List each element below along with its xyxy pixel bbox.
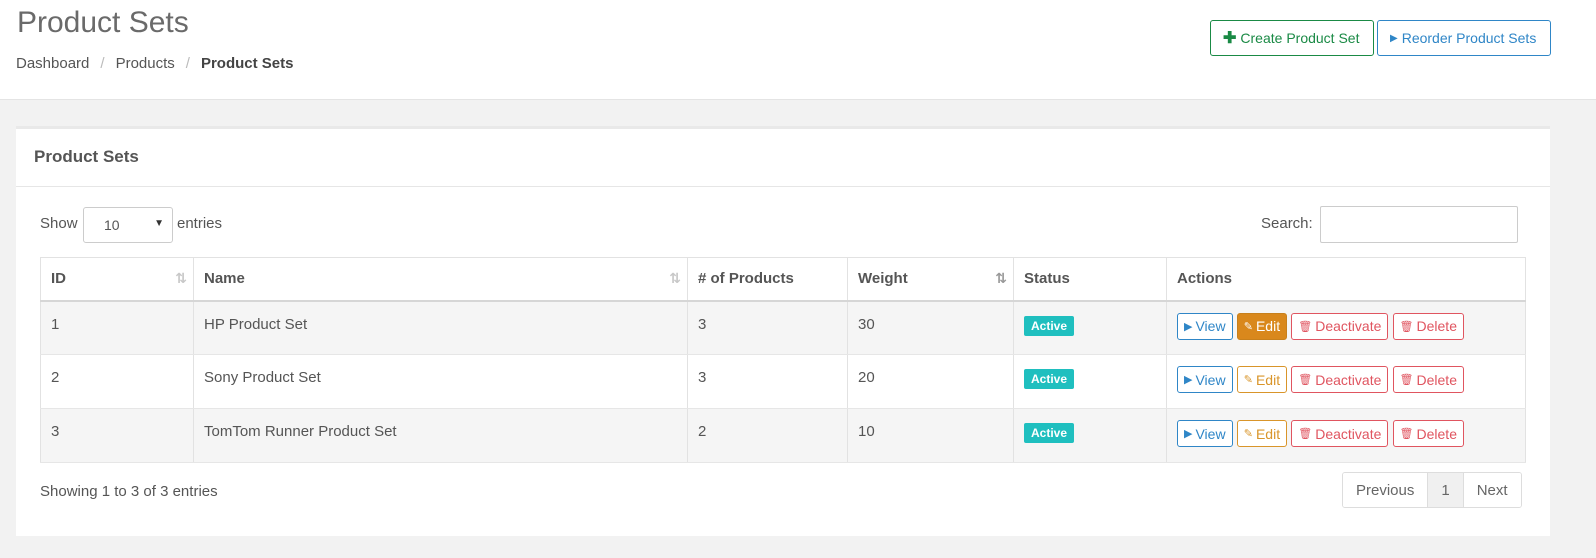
table-row: 2 Sony Product Set 3 20 Active ▶ View ✎ Ed… bbox=[40, 354, 1526, 409]
breadcrumb-separator: / bbox=[185, 55, 190, 72]
sort-icon: ⇅ bbox=[175, 270, 187, 286]
table-header-row: ID ⇅ Name ⇅ # of Products Weight ⇅ Status A… bbox=[40, 257, 1526, 302]
delete-button[interactable]: 🗑 Delete bbox=[1392, 366, 1464, 393]
caret-right-icon: ▶ bbox=[1184, 374, 1193, 386]
next-page-button[interactable]: Next bbox=[1463, 473, 1521, 507]
page-header: Product Sets Dashboard / Products / Prod… bbox=[0, 0, 1596, 100]
pagination: Previous 1 Next bbox=[1342, 472, 1522, 508]
cell-weight: 30 bbox=[847, 300, 1014, 355]
show-label: Show bbox=[40, 215, 78, 232]
panel-title: Product Sets bbox=[34, 147, 139, 166]
column-header-weight[interactable]: Weight ⇅ bbox=[847, 257, 1014, 302]
edit-button[interactable]: ✎ Edit bbox=[1236, 366, 1288, 393]
cell-id: 1 bbox=[40, 300, 194, 355]
product-sets-panel: Product Sets Show 10 ▼ entries Search: I… bbox=[16, 126, 1550, 536]
table-row: 3 TomTom Runner Product Set 2 10 Active … bbox=[40, 408, 1526, 463]
column-header-actions: Actions bbox=[1166, 257, 1526, 302]
view-button[interactable]: ▶ View bbox=[1177, 312, 1233, 340]
deactivate-button[interactable]: 🗑 Deactivate bbox=[1291, 420, 1389, 447]
reorder-product-sets-button[interactable]: ▶ Reorder Product Sets bbox=[1377, 20, 1551, 56]
sort-icon: ⇅ bbox=[669, 270, 681, 286]
cell-status: Active bbox=[1013, 354, 1167, 409]
search-label: Search: bbox=[1261, 215, 1313, 232]
status-badge: Active bbox=[1024, 369, 1075, 389]
breadcrumb-products[interactable]: Products bbox=[116, 55, 175, 72]
page-title: Product Sets bbox=[17, 6, 189, 39]
edit-icon: ✎ bbox=[1243, 320, 1253, 333]
table-row: 1 HP Product Set 3 30 Active ▶ View ✎ Edit… bbox=[40, 300, 1526, 355]
create-button-label: Create Product Set bbox=[1240, 30, 1360, 46]
table-info: Showing 1 to 3 of 3 entries bbox=[40, 483, 218, 500]
cell-products: 3 bbox=[687, 354, 848, 409]
trash-icon: 🗑 bbox=[1399, 428, 1414, 440]
create-product-set-button[interactable]: ✚ Create Product Set bbox=[1210, 20, 1374, 56]
edit-icon: ✎ bbox=[1243, 374, 1253, 386]
cell-products: 3 bbox=[687, 300, 848, 355]
previous-page-button[interactable]: Previous bbox=[1343, 473, 1429, 507]
column-header-id[interactable]: ID ⇅ bbox=[40, 257, 194, 302]
status-badge: Active bbox=[1024, 315, 1075, 336]
cell-products: 2 bbox=[687, 408, 848, 463]
delete-button[interactable]: 🗑 Delete bbox=[1392, 312, 1464, 340]
reorder-button-label: Reorder Product Sets bbox=[1401, 30, 1537, 46]
edit-button[interactable]: ✎ Edit bbox=[1236, 420, 1288, 447]
cell-name: TomTom Runner Product Set bbox=[193, 408, 688, 463]
caret-right-icon: ▶ bbox=[1184, 428, 1193, 440]
cell-name: HP Product Set bbox=[193, 300, 688, 355]
trash-icon: 🗑 bbox=[1298, 374, 1313, 386]
cell-actions: ▶ View ✎ Edit 🗑 Deactivate 🗑 Delete bbox=[1166, 408, 1526, 463]
cell-weight: 10 bbox=[847, 408, 1014, 463]
page-1-button[interactable]: 1 bbox=[1428, 473, 1464, 507]
caret-right-icon: ▶ bbox=[1184, 320, 1193, 333]
column-header-name[interactable]: Name ⇅ bbox=[193, 257, 688, 302]
cell-actions: ▶ View ✎ Edit 🗑 Deactivate 🗑 Delete bbox=[1166, 300, 1526, 355]
edit-icon: ✎ bbox=[1243, 428, 1253, 440]
entries-label: entries bbox=[177, 215, 223, 232]
column-header-status: Status bbox=[1013, 257, 1167, 302]
cell-id: 3 bbox=[40, 408, 194, 463]
delete-button[interactable]: 🗑 Delete bbox=[1392, 420, 1464, 447]
caret-right-icon: ▶ bbox=[1390, 32, 1398, 44]
divider bbox=[16, 186, 1550, 187]
page-length-value: 10 bbox=[104, 217, 120, 233]
chevron-down-icon: ▼ bbox=[154, 218, 164, 229]
deactivate-button[interactable]: 🗑 Deactivate bbox=[1291, 366, 1389, 393]
breadcrumb: Dashboard / Products / Product Sets bbox=[16, 55, 293, 72]
cell-name: Sony Product Set bbox=[193, 354, 688, 409]
page-length-select[interactable]: 10 ▼ bbox=[83, 207, 173, 243]
edit-button[interactable]: ✎ Edit bbox=[1236, 312, 1288, 340]
plus-icon: ✚ bbox=[1223, 30, 1237, 47]
cell-id: 2 bbox=[40, 354, 194, 409]
view-button[interactable]: ▶ View bbox=[1177, 366, 1233, 393]
trash-icon: 🗑 bbox=[1298, 320, 1313, 333]
breadcrumb-dashboard[interactable]: Dashboard bbox=[16, 55, 89, 72]
cell-status: Active bbox=[1013, 408, 1167, 463]
cell-status: Active bbox=[1013, 300, 1167, 355]
product-sets-table: ID ⇅ Name ⇅ # of Products Weight ⇅ Status A… bbox=[40, 257, 1526, 463]
trash-icon: 🗑 bbox=[1298, 428, 1313, 440]
deactivate-button[interactable]: 🗑 Deactivate bbox=[1291, 312, 1389, 340]
cell-actions: ▶ View ✎ Edit 🗑 Deactivate 🗑 Delete bbox=[1166, 354, 1526, 409]
breadcrumb-separator: / bbox=[100, 55, 105, 72]
status-badge: Active bbox=[1024, 423, 1075, 443]
column-header-products: # of Products bbox=[687, 257, 848, 302]
breadcrumb-current: Product Sets bbox=[200, 55, 294, 72]
sort-descending-icon: ⇅ bbox=[995, 270, 1007, 286]
search-input[interactable] bbox=[1320, 206, 1518, 243]
trash-icon: 🗑 bbox=[1399, 320, 1414, 333]
trash-icon: 🗑 bbox=[1399, 374, 1414, 386]
view-button[interactable]: ▶ View bbox=[1177, 420, 1233, 447]
cell-weight: 20 bbox=[847, 354, 1014, 409]
